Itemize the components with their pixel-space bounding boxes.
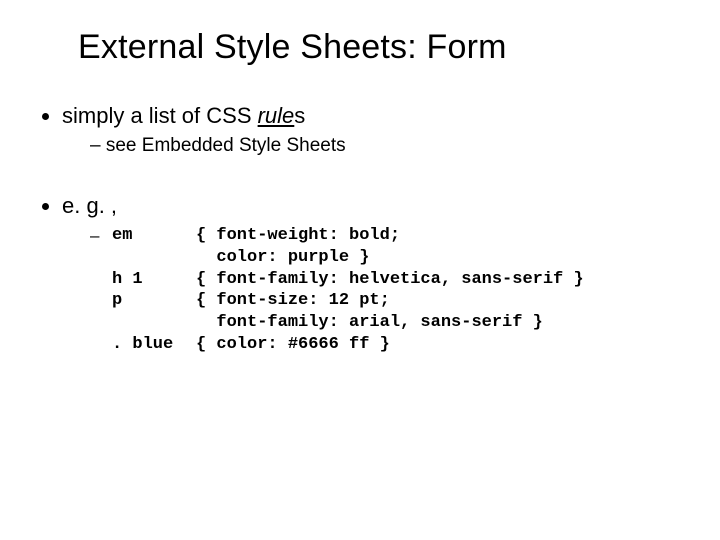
code-selector: . blue (112, 334, 196, 356)
code-dash-empty (90, 334, 112, 356)
code-row: – em { font-weight: bold; (90, 225, 690, 247)
code-selector: h 1 (112, 269, 196, 291)
code-block: – em { font-weight: bold; color: purple … (90, 225, 690, 356)
code-declaration: { font-family: helvetica, sans-serif } (196, 269, 584, 291)
bullet-list: simply a list of CSS rules see Embedded … (40, 103, 690, 157)
bullet-item-1: simply a list of CSS rules see Embedded … (62, 103, 690, 157)
code-declaration: font-family: arial, sans-serif } (196, 312, 543, 334)
slide-title: External Style Sheets: Form (78, 28, 690, 67)
code-dash-empty (90, 269, 112, 291)
bullet-2-text: e. g. , (62, 193, 117, 218)
code-row: p { font-size: 12 pt; (90, 290, 690, 312)
code-row: h 1 { font-family: helvetica, sans-serif… (90, 269, 690, 291)
code-declaration: color: purple } (196, 247, 369, 269)
code-declaration: { font-size: 12 pt; (196, 290, 390, 312)
code-dash-empty (90, 290, 112, 312)
bullet-1-rule-italic: rule (258, 103, 295, 128)
code-selector: p (112, 290, 196, 312)
code-declaration: { font-weight: bold; (196, 225, 400, 247)
bullet-1-rule-rest: s (294, 103, 305, 128)
code-row: . blue { color: #6666 ff } (90, 334, 690, 356)
code-dash: – (90, 225, 112, 247)
code-row: font-family: arial, sans-serif } (90, 312, 690, 334)
code-selector: em (112, 225, 196, 247)
code-selector (112, 247, 196, 269)
bullet-list-2: e. g. , – em { font-weight: bold; color:… (40, 193, 690, 356)
bullet-item-2: e. g. , – em { font-weight: bold; color:… (62, 193, 690, 356)
spacer (30, 157, 690, 193)
sub-bullet-list-1: see Embedded Style Sheets (90, 135, 690, 157)
code-dash-empty (90, 312, 112, 334)
sub-bullet-1: see Embedded Style Sheets (90, 135, 690, 157)
bullet-1-text-prefix: simply a list of CSS (62, 103, 258, 128)
slide: External Style Sheets: Form simply a lis… (0, 0, 720, 540)
code-row: color: purple } (90, 247, 690, 269)
code-dash-empty (90, 247, 112, 269)
code-selector (112, 312, 196, 334)
code-declaration: { color: #6666 ff } (196, 334, 390, 356)
